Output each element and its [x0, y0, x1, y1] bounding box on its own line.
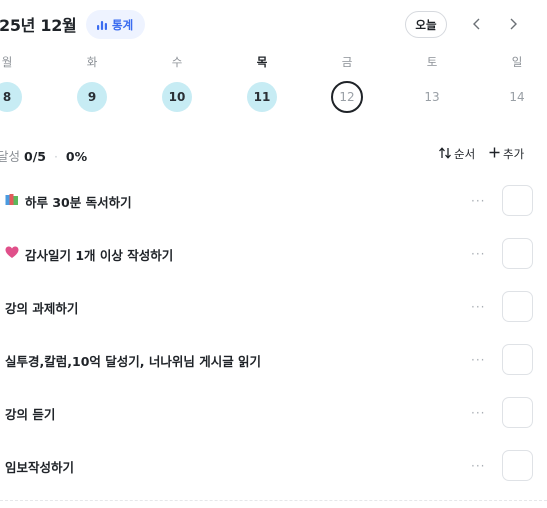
more-icon[interactable]: ··· [471, 393, 485, 433]
stats-button[interactable]: 통계 [86, 10, 146, 39]
progress-label: 달성 [0, 149, 21, 164]
chevron-left-icon [472, 15, 482, 34]
todo-title-wrap: 강의 과제하기 [5, 287, 78, 327]
more-icon[interactable]: ··· [471, 446, 485, 486]
todo-item[interactable]: 실투경,칼럼,10억 달성기, 너나위님 게시글 읽기 ··· [0, 340, 547, 380]
todo-item[interactable]: 하루 30분 독서하기 ··· [0, 181, 547, 221]
todo-item[interactable]: 감사일기 1개 이상 작성하기 ··· [0, 234, 547, 274]
todo-checkbox[interactable] [502, 238, 533, 269]
todo-title: 강의 과제하기 [5, 300, 79, 316]
todo-title: 실투경,칼럼,10억 달성기, 너나위님 게시글 읽기 [5, 353, 262, 369]
weekday-fri: 금 [341, 55, 353, 69]
progress-separator: · [53, 149, 58, 164]
stats-label: 통계 [112, 17, 134, 32]
plus-icon [489, 147, 500, 161]
order-label: 순서 [454, 147, 476, 161]
add-button[interactable]: 추가 [489, 146, 524, 162]
todo-title-wrap: 실투경,칼럼,10억 달성기, 너나위님 게시글 읽기 [5, 340, 261, 380]
more-icon[interactable]: ··· [471, 287, 485, 327]
chevron-right-icon [508, 15, 518, 34]
weekday-thu: 목 [256, 55, 268, 69]
weekday-tue: 화 [86, 55, 98, 69]
day-mon[interactable]: 8 [0, 82, 22, 112]
progress-count: 0/5 [24, 149, 46, 164]
todo-checkbox[interactable] [502, 397, 533, 428]
todo-title-wrap: 강의 듣기 [5, 393, 55, 433]
progress-summary: 달성 0/5 · 0% [0, 146, 87, 165]
todo-title-wrap: 임보작성하기 [5, 446, 74, 486]
more-icon[interactable]: ··· [471, 234, 485, 274]
next-week-button[interactable] [502, 13, 524, 35]
books-icon [5, 193, 19, 209]
more-icon[interactable]: ··· [471, 340, 485, 380]
day-wed[interactable]: 10 [162, 82, 192, 112]
todo-title-wrap: 감사일기 1개 이상 작성하기 [5, 234, 173, 274]
list-divider [0, 500, 547, 501]
day-fri-today[interactable]: 12 [331, 81, 363, 113]
weekday-sun: 일 [511, 55, 523, 69]
progress-percent: 0% [65, 149, 88, 164]
weekday-wed: 수 [171, 55, 183, 69]
calendar-header: 25년 12월 통계 오늘 [0, 0, 547, 50]
more-icon[interactable]: ··· [471, 181, 485, 221]
todo-title: 강의 듣기 [5, 406, 56, 422]
todo-title-wrap: 하루 30분 독서하기 [5, 181, 132, 221]
day-thu[interactable]: 11 [247, 82, 277, 112]
today-button[interactable]: 오늘 [405, 11, 447, 38]
sort-arrows-icon [438, 146, 452, 162]
day-sat[interactable]: 13 [417, 82, 447, 112]
todo-title: 감사일기 1개 이상 작성하기 [25, 247, 174, 263]
todo-checkbox[interactable] [502, 450, 533, 481]
add-label: 추가 [503, 147, 525, 161]
prev-week-button[interactable] [466, 13, 488, 35]
day-sun[interactable]: 14 [502, 82, 532, 112]
weekday-sat: 토 [426, 55, 438, 69]
todo-title: 하루 30분 독서하기 [25, 194, 132, 210]
bar-chart-icon [96, 19, 108, 31]
todo-item[interactable]: 임보작성하기 ··· [0, 446, 547, 486]
order-button[interactable]: 순서 [438, 146, 475, 162]
weekday-mon: 월 [1, 55, 13, 69]
todo-checkbox[interactable] [502, 185, 533, 216]
heart-icon [5, 246, 19, 262]
day-tue[interactable]: 9 [77, 82, 107, 112]
todo-item[interactable]: 강의 듣기 ··· [0, 393, 547, 433]
todo-title: 임보작성하기 [5, 459, 75, 475]
month-title: 25년 12월 [0, 16, 77, 35]
todo-checkbox[interactable] [502, 344, 533, 375]
todo-checkbox[interactable] [502, 291, 533, 322]
todo-item[interactable]: 강의 과제하기 ··· [0, 287, 547, 327]
